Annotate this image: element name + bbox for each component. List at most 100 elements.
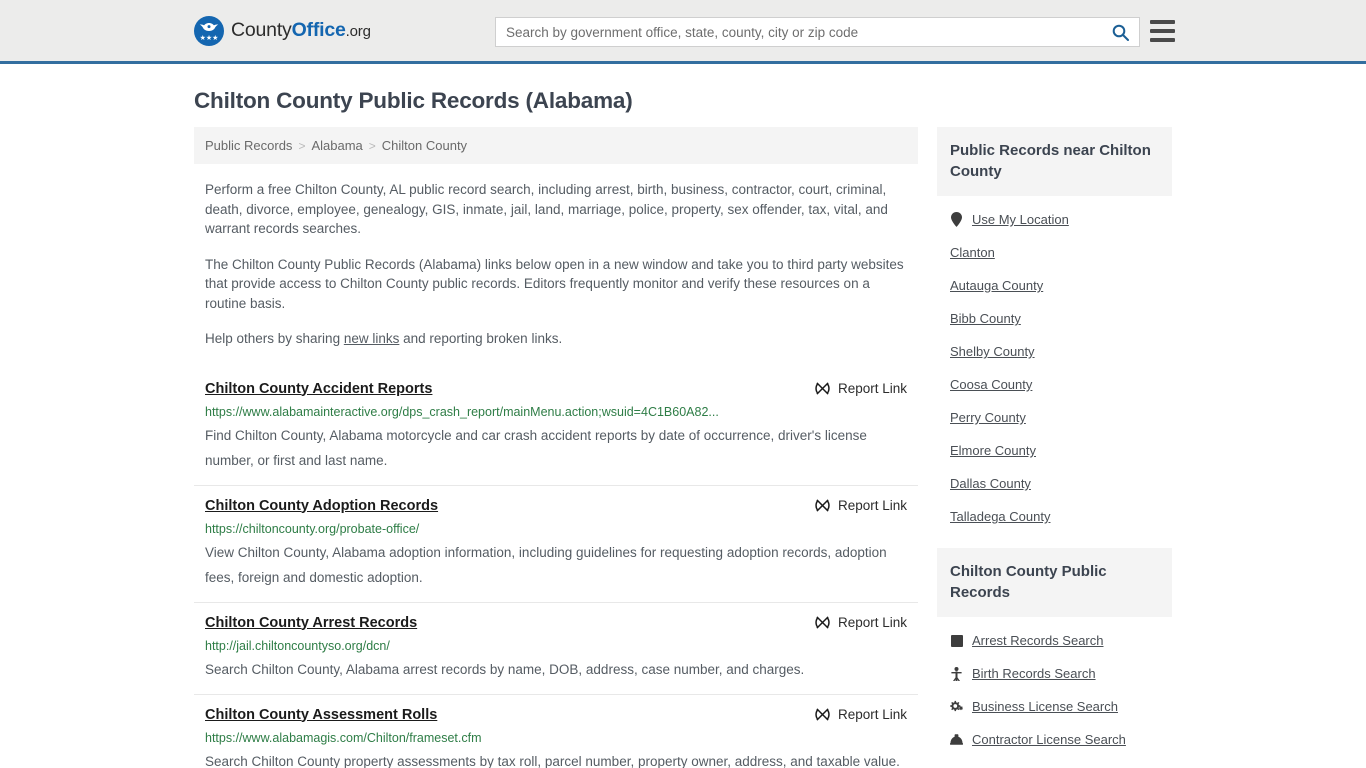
sidebar-county-records-list: Arrest Records Search Birth Records Sear… — [937, 617, 1172, 755]
breadcrumb-separator: > — [298, 138, 306, 153]
intro-text: Perform a free Chilton County, AL public… — [194, 180, 918, 349]
logo-text-county: County — [231, 19, 292, 41]
hard-hat-icon — [950, 732, 963, 747]
sidebar-link-label[interactable]: Birth Records Search — [972, 666, 1096, 681]
page-container: Chilton County Public Records (Alabama) … — [0, 88, 1366, 768]
report-link-label: Report Link — [837, 497, 907, 513]
sidebar-item-birth-records-search[interactable]: Birth Records Search — [950, 656, 1159, 689]
breadcrumb-item-chilton-county[interactable]: Chilton County — [382, 138, 467, 153]
sidebar-link-label[interactable]: Talladega County — [950, 509, 1050, 524]
breadcrumb: Public Records > Alabama > Chilton Count… — [194, 127, 918, 164]
search-button[interactable] — [1101, 18, 1139, 46]
record-title-link[interactable]: Chilton County Assessment Rolls — [205, 706, 437, 725]
report-link-label: Report Link — [837, 614, 907, 630]
broken-link-icon — [815, 381, 830, 395]
sidebar-item-talladega-county[interactable]: Talladega County — [950, 499, 1159, 532]
sidebar-item-dallas-county[interactable]: Dallas County — [950, 466, 1159, 499]
report-link-button[interactable]: Report Link — [815, 615, 907, 630]
report-link-button[interactable]: Report Link — [815, 498, 907, 513]
record-title-link[interactable]: Chilton County Accident Reports — [205, 380, 432, 399]
search-icon — [1112, 24, 1129, 41]
record-url: https://www.alabamainteractive.org/dps_c… — [205, 404, 719, 419]
sidebar-link-label[interactable]: Elmore County — [950, 443, 1036, 458]
record-header: Chilton County Assessment Rolls Report L… — [205, 706, 907, 725]
sidebar-nearby-heading: Public Records near Chilton County — [937, 127, 1172, 196]
report-link-button[interactable]: Report Link — [815, 707, 907, 722]
fingerprint-card-icon — [950, 633, 963, 648]
page-title: Chilton County Public Records (Alabama) — [194, 88, 633, 113]
record-description: Search Chilton County property assessmen… — [205, 753, 900, 768]
record-description: Find Chilton County, Alabama motorcycle … — [205, 427, 867, 468]
sidebar-link-label[interactable]: Perry County — [950, 410, 1026, 425]
site-header: ★★★ CountyOffice.org — [0, 0, 1366, 64]
record-url: http://jail.chiltoncountyso.org/dcn/ — [205, 638, 390, 653]
intro-paragraph-3: Help others by sharing new links and rep… — [205, 329, 907, 349]
baby-icon — [950, 666, 963, 681]
sidebar-item-arrest-records-search[interactable]: Arrest Records Search — [950, 623, 1159, 656]
sidebar-county-records-heading: Chilton County Public Records — [937, 548, 1172, 617]
sidebar-panel-county-records: Chilton County Public Records Arrest Rec… — [937, 548, 1172, 755]
map-pin-icon — [950, 212, 963, 227]
record-item: Chilton County Arrest Records Report Lin… — [194, 601, 918, 694]
records-list: Chilton County Accident Reports Report L… — [194, 369, 918, 768]
breadcrumb-item-public-records[interactable]: Public Records — [205, 138, 292, 153]
sidebar-link-label[interactable]: Dallas County — [950, 476, 1031, 491]
record-url: https://chiltoncounty.org/probate-office… — [205, 521, 420, 536]
sidebar-panel-nearby: Public Records near Chilton County Use M… — [937, 127, 1172, 532]
sidebar-link-label[interactable]: Business License Search — [972, 699, 1118, 714]
sidebar-link-label[interactable]: Contractor License Search — [972, 732, 1126, 747]
sidebar-item-perry-county[interactable]: Perry County — [950, 400, 1159, 433]
hamburger-menu-icon[interactable] — [1150, 20, 1175, 42]
record-title-link[interactable]: Chilton County Arrest Records — [205, 614, 417, 633]
sidebar-link-label[interactable]: Autauga County — [950, 278, 1043, 293]
record-description: Search Chilton County, Alabama arrest re… — [205, 661, 805, 677]
broken-link-icon — [815, 615, 830, 629]
gears-icon — [950, 699, 963, 714]
record-header: Chilton County Arrest Records Report Lin… — [205, 614, 907, 633]
sidebar-item-autauga-county[interactable]: Autauga County — [950, 268, 1159, 301]
hamburger-bar — [1150, 29, 1175, 33]
sidebar-item-bibb-county[interactable]: Bibb County — [950, 301, 1159, 334]
sidebar-item-shelby-county[interactable]: Shelby County — [950, 334, 1159, 367]
intro-paragraph-1: Perform a free Chilton County, AL public… — [205, 182, 888, 236]
sidebar-item-contractor-license-search[interactable]: Contractor License Search — [950, 722, 1159, 755]
record-title-link[interactable]: Chilton County Adoption Records — [205, 497, 438, 516]
sidebar-item-coosa-county[interactable]: Coosa County — [950, 367, 1159, 400]
breadcrumb-separator: > — [368, 138, 376, 153]
record-item: Chilton County Adoption Records Report L… — [194, 484, 918, 602]
record-item: Chilton County Assessment Rolls Report L… — [194, 693, 918, 768]
record-description: View Chilton County, Alabama adoption in… — [205, 544, 887, 585]
sidebar-item-use-my-location[interactable]: Use My Location — [950, 202, 1159, 235]
sidebar-item-clanton[interactable]: Clanton — [950, 235, 1159, 268]
record-item: Chilton County Accident Reports Report L… — [194, 369, 918, 485]
breadcrumb-item-alabama[interactable]: Alabama — [311, 138, 362, 153]
sidebar-link-label[interactable]: Arrest Records Search — [972, 633, 1104, 648]
sidebar-item-business-license-search[interactable]: Business License Search — [950, 689, 1159, 722]
content-row: Public Records > Alabama > Chilton Count… — [194, 127, 1172, 768]
eagle-icon — [199, 22, 219, 31]
broken-link-icon — [815, 707, 830, 721]
sidebar-link-label[interactable]: Shelby County — [950, 344, 1035, 359]
intro-p3-after: and reporting broken links. — [399, 331, 563, 346]
record-header: Chilton County Accident Reports Report L… — [205, 380, 907, 399]
sidebar-item-elmore-county[interactable]: Elmore County — [950, 433, 1159, 466]
search-input[interactable] — [496, 18, 1101, 46]
intro-p3-before: Help others by sharing — [205, 331, 344, 346]
intro-paragraph-2: The Chilton County Public Records (Alaba… — [205, 256, 904, 311]
site-logo[interactable]: ★★★ CountyOffice.org — [194, 15, 371, 46]
report-link-label: Report Link — [837, 380, 907, 396]
broken-link-icon — [815, 498, 830, 512]
stars-icon: ★★★ — [199, 34, 219, 42]
hamburger-bar — [1150, 20, 1175, 24]
record-header: Chilton County Adoption Records Report L… — [205, 497, 907, 516]
sidebar: Public Records near Chilton County Use M… — [937, 127, 1172, 768]
main-column: Public Records > Alabama > Chilton Count… — [194, 127, 918, 768]
sidebar-link-label[interactable]: Clanton — [950, 245, 995, 260]
report-link-label: Report Link — [837, 706, 907, 722]
sidebar-link-label[interactable]: Coosa County — [950, 377, 1032, 392]
new-links-link[interactable]: new links — [344, 331, 400, 346]
sidebar-link-label[interactable]: Bibb County — [950, 311, 1021, 326]
sidebar-link-label[interactable]: Use My Location — [972, 212, 1069, 227]
search-bar[interactable] — [495, 17, 1140, 47]
report-link-button[interactable]: Report Link — [815, 381, 907, 396]
